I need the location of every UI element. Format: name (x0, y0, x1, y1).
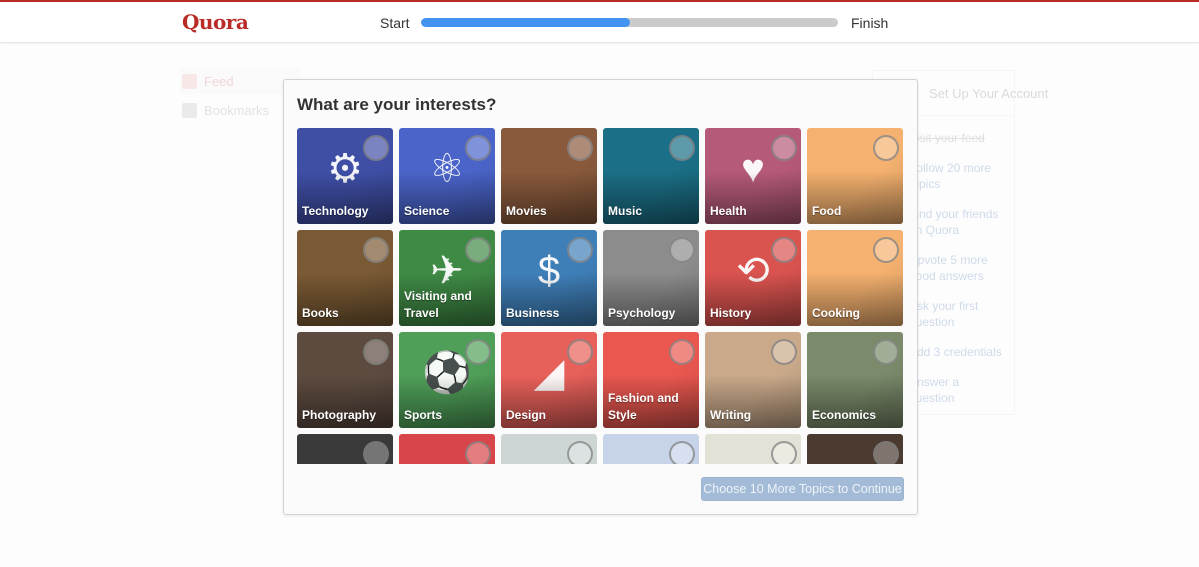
topic-tile[interactable]: Movies (501, 128, 597, 224)
interests-modal: What are your interests? ⚙ Technology ⚛ Sci… (283, 79, 918, 515)
select-checkbox-icon[interactable] (873, 135, 899, 161)
topic-tile[interactable]: Fashion and Style (603, 332, 699, 428)
topic-tile[interactable] (501, 434, 597, 464)
topic-label: Fashion and Style (608, 391, 679, 422)
select-checkbox-icon[interactable] (465, 135, 491, 161)
background-sidebar: Feed Bookmarks (180, 68, 300, 126)
select-checkbox-icon[interactable] (669, 135, 695, 161)
topic-tile[interactable]: ⚛ Science (399, 128, 495, 224)
topic-tile[interactable]: Writing (705, 332, 801, 428)
topic-label: Books (302, 306, 339, 320)
select-checkbox-icon[interactable] (669, 441, 695, 464)
topic-label: Design (506, 408, 547, 422)
feed-icon (182, 73, 197, 89)
select-checkbox-icon[interactable] (363, 237, 389, 263)
topic-label: Writing (710, 408, 752, 422)
topic-tile[interactable]: Economics (807, 332, 903, 428)
topic-label: Cooking (812, 306, 860, 320)
select-checkbox-icon[interactable] (465, 237, 491, 263)
continue-button[interactable]: Choose 10 More Topics to Continue (701, 477, 904, 501)
topic-label: Health (710, 204, 747, 218)
topic-grid: ⚙ Technology ⚛ Science Movies Music ♥ Health Foo… (297, 128, 907, 464)
sidebar-item-label: Feed (204, 73, 234, 89)
select-checkbox-icon[interactable] (363, 441, 389, 464)
select-checkbox-icon[interactable] (771, 339, 797, 365)
bookmark-icon (182, 102, 197, 118)
topic-tile[interactable]: ⚽ Sports (399, 332, 495, 428)
topic-label: Sports (404, 408, 443, 422)
topic-tile[interactable] (399, 434, 495, 464)
quora-logo[interactable]: Quora (182, 10, 249, 34)
header: Quora Start Finish (0, 2, 1199, 43)
topic-tile[interactable] (297, 434, 393, 464)
topic-label: History (710, 306, 752, 320)
topic-label: Food (812, 204, 842, 218)
topic-label: Economics (812, 408, 877, 422)
select-checkbox-icon[interactable] (771, 441, 797, 464)
topic-tile[interactable]: $ Business (501, 230, 597, 326)
select-checkbox-icon[interactable] (873, 237, 899, 263)
onboarding-progress-bar (421, 18, 838, 27)
topic-tile[interactable]: Food (807, 128, 903, 224)
sidebar-item-feed: Feed (180, 68, 300, 94)
select-checkbox-icon[interactable] (873, 441, 899, 464)
select-checkbox-icon[interactable] (363, 135, 389, 161)
topic-tile[interactable]: Music (603, 128, 699, 224)
select-checkbox-icon[interactable] (465, 441, 491, 464)
select-checkbox-icon[interactable] (363, 339, 389, 365)
select-checkbox-icon[interactable] (771, 135, 797, 161)
progress-start-label: Start (380, 15, 410, 31)
topic-label: Science (404, 204, 450, 218)
topic-tile[interactable]: Photography (297, 332, 393, 428)
select-checkbox-icon[interactable] (669, 237, 695, 263)
select-checkbox-icon[interactable] (567, 339, 593, 365)
topic-tile[interactable]: ⚙ Technology (297, 128, 393, 224)
topic-tile[interactable]: ◢ Design (501, 332, 597, 428)
progress-finish-label: Finish (851, 15, 889, 31)
topic-tile[interactable]: ✈ Visiting and Travel (399, 230, 495, 326)
topic-tile[interactable]: Books (297, 230, 393, 326)
sidebar-item-label: Bookmarks (204, 102, 270, 118)
topic-tile[interactable] (603, 434, 699, 464)
select-checkbox-icon[interactable] (669, 339, 695, 365)
topic-tile[interactable] (705, 434, 801, 464)
topic-label: Movies (506, 204, 547, 218)
select-checkbox-icon[interactable] (567, 441, 593, 464)
select-checkbox-icon[interactable] (567, 135, 593, 161)
topic-tile[interactable]: ⟲ History (705, 230, 801, 326)
topic-tile[interactable] (807, 434, 903, 464)
topic-tile[interactable]: Cooking (807, 230, 903, 326)
topic-tile[interactable]: ♥ Health (705, 128, 801, 224)
topic-label: Business (506, 306, 560, 320)
select-checkbox-icon[interactable] (771, 237, 797, 263)
topic-label: Visiting and Travel (404, 289, 472, 320)
progress-fill (421, 18, 630, 27)
topic-label: Music (608, 204, 643, 218)
select-checkbox-icon[interactable] (873, 339, 899, 365)
topics-scroll-area[interactable]: ⚙ Technology ⚛ Science Movies Music ♥ Health Foo… (297, 128, 907, 464)
topic-label: Psychology (608, 306, 676, 320)
topic-label: Photography (302, 408, 376, 422)
modal-title: What are your interests? (297, 95, 497, 114)
topic-tile[interactable]: Psychology (603, 230, 699, 326)
select-checkbox-icon[interactable] (465, 339, 491, 365)
select-checkbox-icon[interactable] (567, 237, 593, 263)
sidebar-item-bookmarks: Bookmarks (180, 97, 300, 123)
topic-label: Technology (302, 204, 369, 218)
